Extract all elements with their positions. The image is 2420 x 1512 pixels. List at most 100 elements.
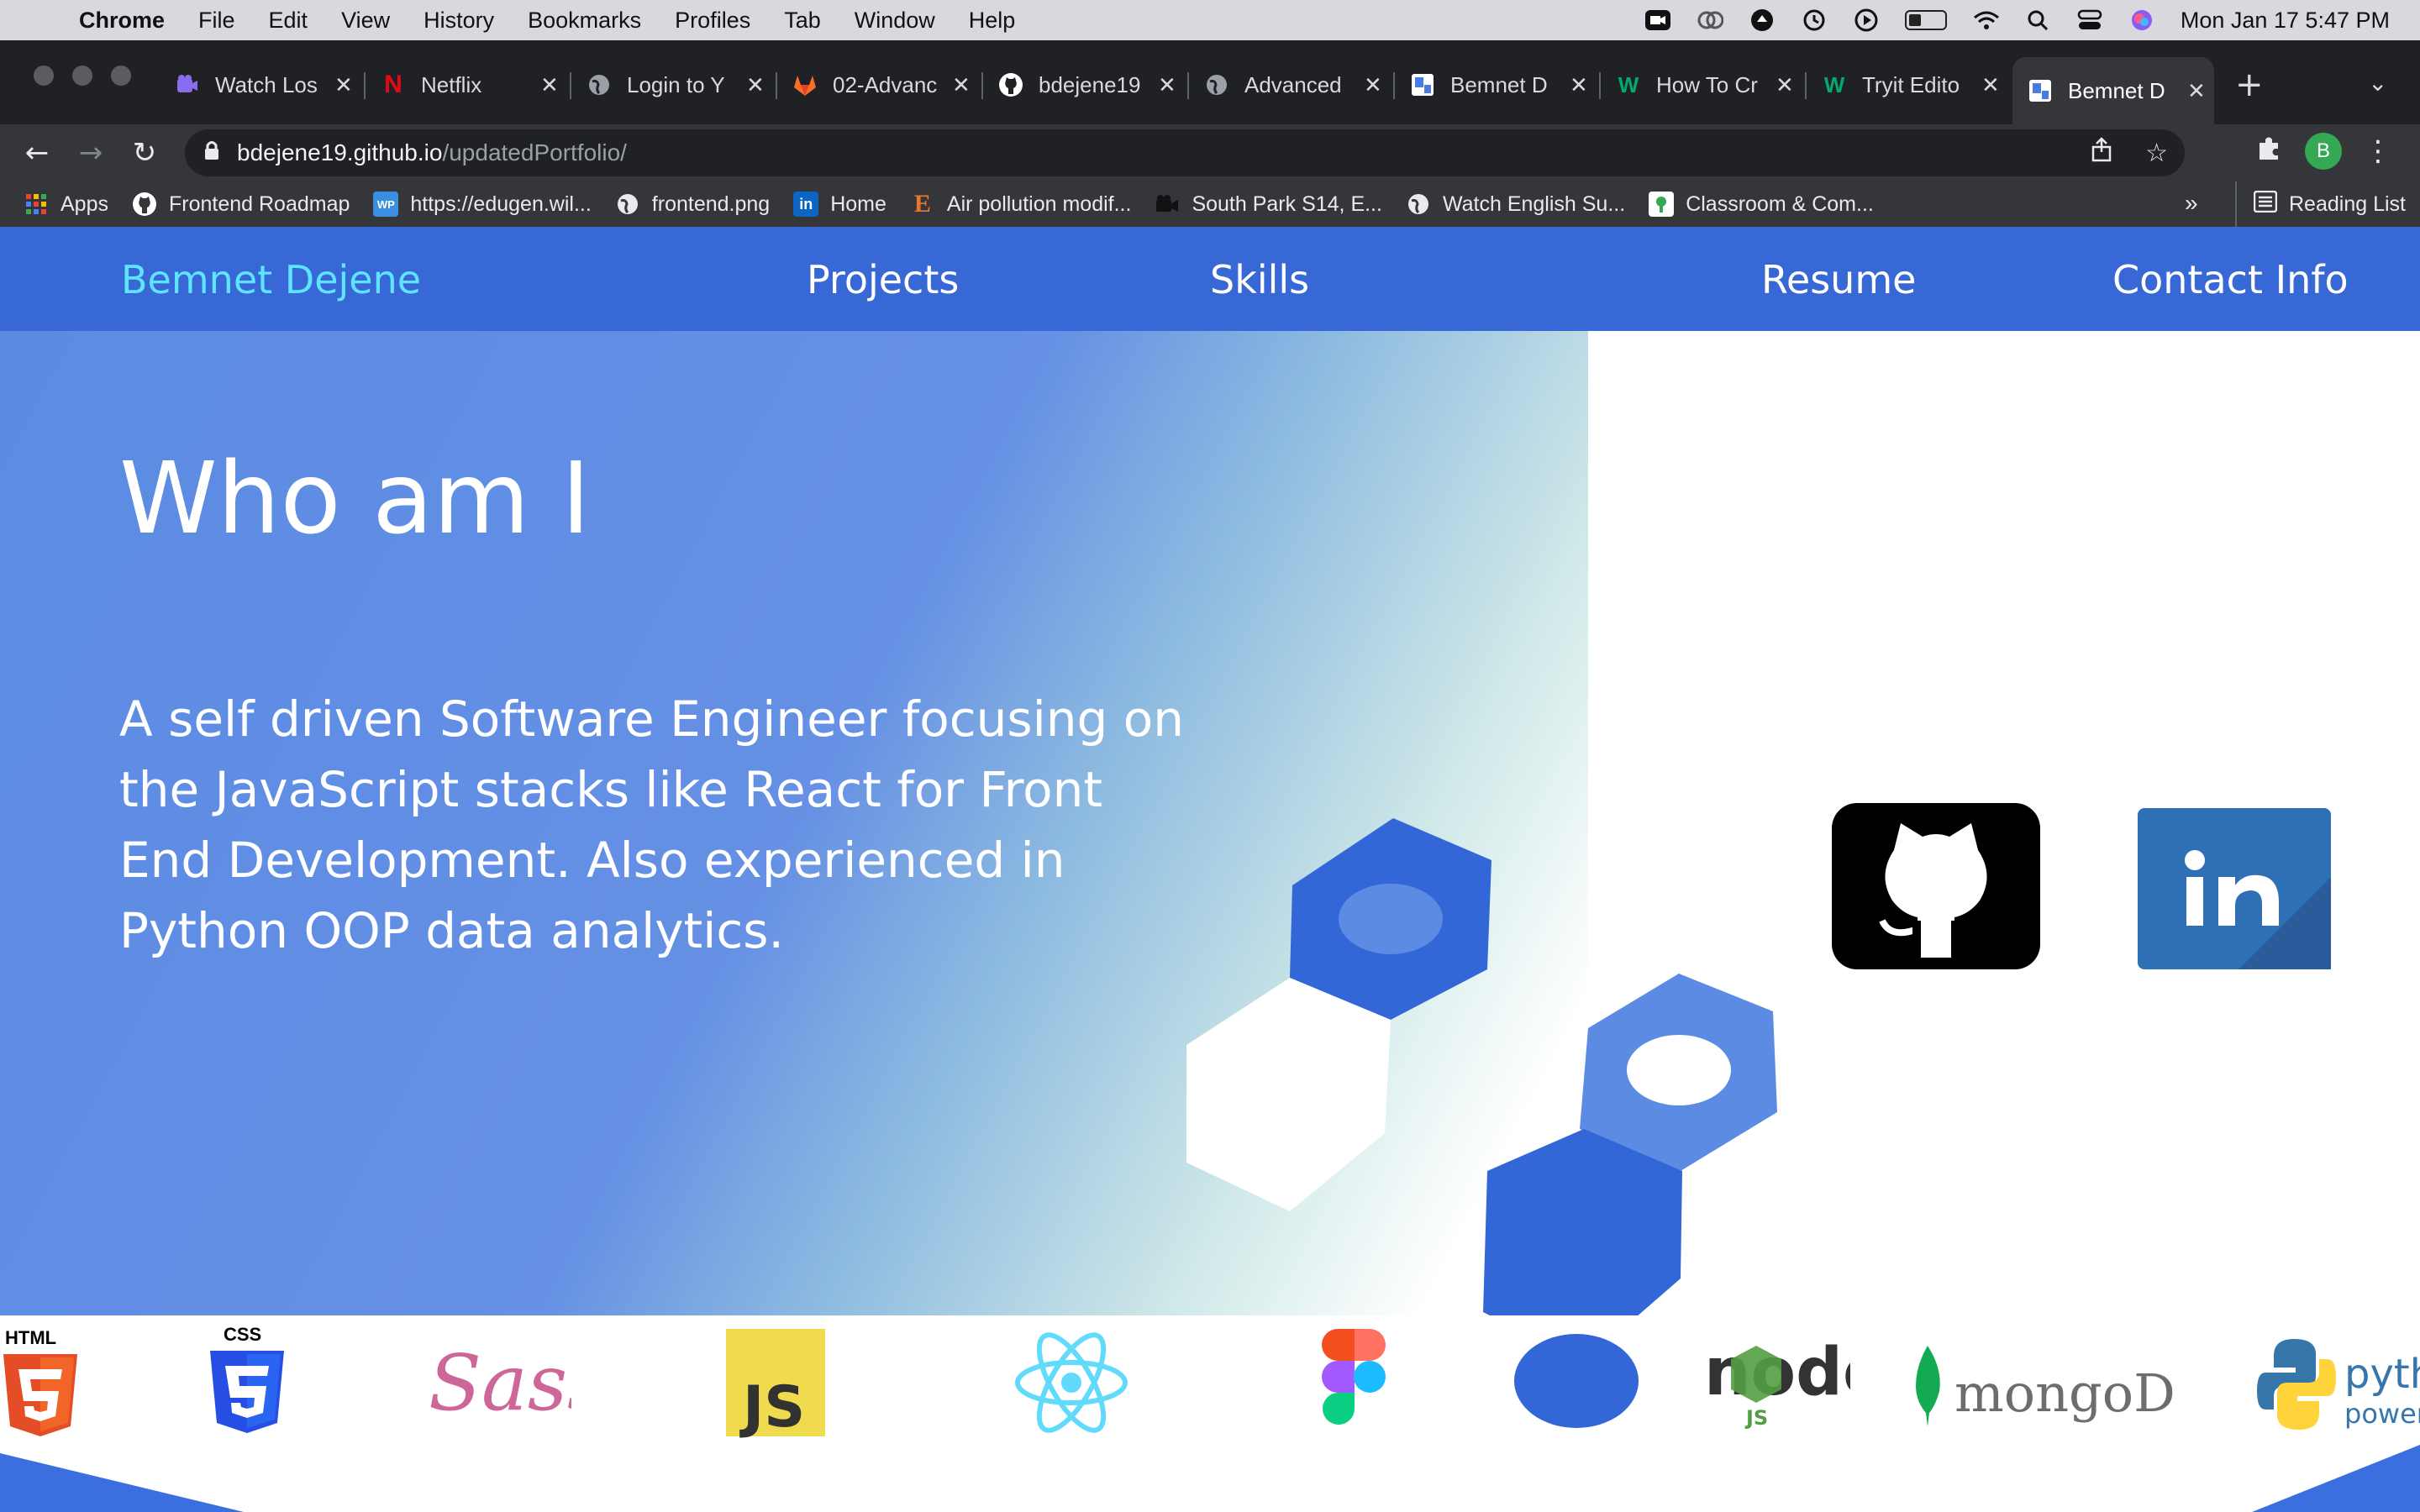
- portfolio-icon: [2028, 78, 2053, 103]
- tab-bemnet-portfolio[interactable]: Bemnet D ✕: [1395, 57, 1601, 113]
- control-center-icon[interactable]: [2076, 8, 2103, 32]
- tab-github-bdejene19[interactable]: bdejene19 ✕: [983, 57, 1189, 113]
- menu-help[interactable]: Help: [969, 8, 1016, 34]
- close-tab-icon[interactable]: ✕: [1570, 72, 1588, 98]
- classroom-icon: [1649, 192, 1675, 217]
- macos-menu-bar: Chrome File Edit View History Bookmarks …: [0, 0, 2420, 40]
- chrome-menu-kebab-icon[interactable]: ⋮: [2364, 134, 2392, 168]
- tab-title: Advanced: [1244, 71, 1342, 97]
- mongodb-icon[interactable]: mongoDB.: [1911, 1344, 2175, 1428]
- extensions-puzzle-icon[interactable]: [2256, 134, 2283, 168]
- play-circle-icon[interactable]: [1853, 8, 1880, 32]
- tab-advanced[interactable]: Advanced ✕: [1189, 57, 1395, 113]
- reading-list-button[interactable]: Reading List: [2235, 181, 2406, 227]
- gitlab-icon: [792, 72, 818, 97]
- menu-bookmarks[interactable]: Bookmarks: [528, 8, 641, 34]
- close-tab-icon[interactable]: ✕: [2187, 78, 2206, 104]
- nav-resume-link[interactable]: Resume: [1761, 257, 1916, 302]
- bookmark-frontend-roadmap[interactable]: Frontend Roadmap: [132, 192, 350, 217]
- nav-contact-info-link[interactable]: Contact Info: [2112, 257, 2349, 302]
- zoom-window-button[interactable]: [111, 66, 131, 86]
- bookmark-label: Watch English Su...: [1442, 192, 1626, 216]
- zoom-video-icon[interactable]: [1644, 8, 1671, 32]
- menu-tab[interactable]: Tab: [784, 8, 821, 34]
- tab-tryit-editor[interactable]: W Tryit Edito ✕: [1807, 57, 2012, 113]
- sass-icon[interactable]: Sass: [429, 1332, 571, 1425]
- bookmark-south-park[interactable]: South Park S14, E...: [1155, 192, 1382, 217]
- forward-arrow-icon[interactable]: →: [71, 133, 111, 173]
- tab-how-to-create[interactable]: W How To Cr ✕: [1601, 57, 1807, 113]
- tab-search-chevron-icon[interactable]: ⌄: [2368, 69, 2387, 97]
- bookmark-air-pollution[interactable]: E Air pollution modif...: [910, 190, 1132, 218]
- bookmark-edugen[interactable]: WP https://edugen.wil...: [373, 192, 592, 217]
- nav-projects-link[interactable]: Projects: [807, 257, 959, 302]
- close-tab-icon[interactable]: ✕: [1364, 72, 1382, 98]
- drive-sync-icon[interactable]: [1749, 8, 1776, 32]
- bookmark-classroom[interactable]: Classroom & Com...: [1649, 192, 1874, 217]
- bookmark-watch-english[interactable]: Watch English Su...: [1406, 192, 1625, 217]
- blank-skill-icon[interactable]: [1512, 1332, 1640, 1430]
- menu-view[interactable]: View: [341, 8, 390, 34]
- close-tab-icon[interactable]: ✕: [1158, 72, 1176, 98]
- menu-history[interactable]: History: [424, 8, 494, 34]
- menu-file[interactable]: File: [198, 8, 235, 34]
- close-tab-icon[interactable]: ✕: [746, 72, 765, 98]
- nodejs-icon[interactable]: node JS: [1704, 1334, 1850, 1431]
- bookmark-label: Air pollution modif...: [946, 192, 1132, 216]
- profile-avatar[interactable]: B: [2305, 133, 2342, 170]
- html5-icon[interactable]: HTML: [0, 1326, 81, 1440]
- siri-icon[interactable]: [2128, 8, 2155, 32]
- react-icon[interactable]: [1008, 1324, 1134, 1441]
- bookmark-label: Home: [830, 192, 886, 216]
- menu-clock[interactable]: Mon Jan 17 5:47 PM: [2181, 8, 2390, 34]
- linkedin-link-icon[interactable]: [2138, 808, 2331, 969]
- python-icon[interactable]: python power: [2257, 1336, 2420, 1436]
- close-tab-icon[interactable]: ✕: [1776, 72, 1794, 98]
- close-tab-icon[interactable]: ✕: [334, 72, 353, 98]
- javascript-icon[interactable]: JS: [726, 1329, 825, 1438]
- bookmark-apps[interactable]: Apps: [24, 192, 108, 217]
- bookmarks-overflow-chevron-icon[interactable]: »: [2185, 190, 2198, 217]
- window-controls: [34, 66, 131, 86]
- close-tab-icon[interactable]: ✕: [540, 72, 559, 98]
- lock-icon[interactable]: [203, 139, 220, 167]
- site-brand-link[interactable]: Bemnet Dejene: [121, 257, 421, 302]
- wifi-icon[interactable]: [1972, 8, 1999, 32]
- close-window-button[interactable]: [34, 66, 54, 86]
- tab-netflix[interactable]: N Netflix ✕: [366, 57, 571, 113]
- battery-icon[interactable]: [1904, 10, 1947, 30]
- menu-profiles[interactable]: Profiles: [675, 8, 750, 34]
- tab-bemnet-portfolio-active[interactable]: Bemnet D ✕: [2012, 57, 2214, 124]
- nav-skills-link[interactable]: Skills: [1210, 257, 1309, 302]
- url-host: bdejene19.github.io: [237, 139, 443, 165]
- close-tab-icon[interactable]: ✕: [1981, 72, 2000, 98]
- creative-cloud-icon[interactable]: [1697, 8, 1723, 32]
- share-icon[interactable]: [2091, 137, 2112, 169]
- tab-login[interactable]: Login to Y ✕: [571, 57, 777, 113]
- hexagon-hole: [1627, 1035, 1731, 1105]
- netflix-icon: N: [384, 71, 402, 98]
- minimize-window-button[interactable]: [72, 66, 92, 86]
- svg-text:power: power: [2344, 1398, 2420, 1430]
- bookmark-star-icon[interactable]: ☆: [2145, 139, 2168, 168]
- menu-app-name[interactable]: Chrome: [79, 8, 165, 34]
- css3-icon[interactable]: CSS: [207, 1322, 287, 1436]
- tab-gitlab[interactable]: 02-Advanc ✕: [777, 57, 983, 113]
- time-machine-icon[interactable]: [1801, 8, 1828, 32]
- spotlight-search-icon[interactable]: [2024, 8, 2051, 32]
- apps-grid-icon: [24, 192, 49, 217]
- bookmark-frontend-png[interactable]: frontend.png: [615, 192, 770, 217]
- reload-icon[interactable]: ↻: [124, 133, 165, 173]
- tab-watch-los[interactable]: Watch Los ✕: [160, 57, 366, 113]
- bookmark-linkedin-home[interactable]: in Home: [793, 192, 886, 217]
- close-tab-icon[interactable]: ✕: [952, 72, 971, 98]
- menu-edit[interactable]: Edit: [269, 8, 308, 34]
- figma-icon[interactable]: [1321, 1327, 1388, 1428]
- bookmark-label: Classroom & Com...: [1686, 192, 1874, 216]
- github-link-icon[interactable]: [1832, 803, 2040, 971]
- tab-title: bdejene19: [1039, 71, 1141, 97]
- menu-window[interactable]: Window: [855, 8, 935, 34]
- back-arrow-icon[interactable]: ←: [17, 133, 57, 173]
- new-tab-plus-icon[interactable]: +: [2235, 66, 2264, 104]
- address-bar[interactable]: bdejene19.github.io/updatedPortfolio/ ☆: [185, 129, 2185, 176]
